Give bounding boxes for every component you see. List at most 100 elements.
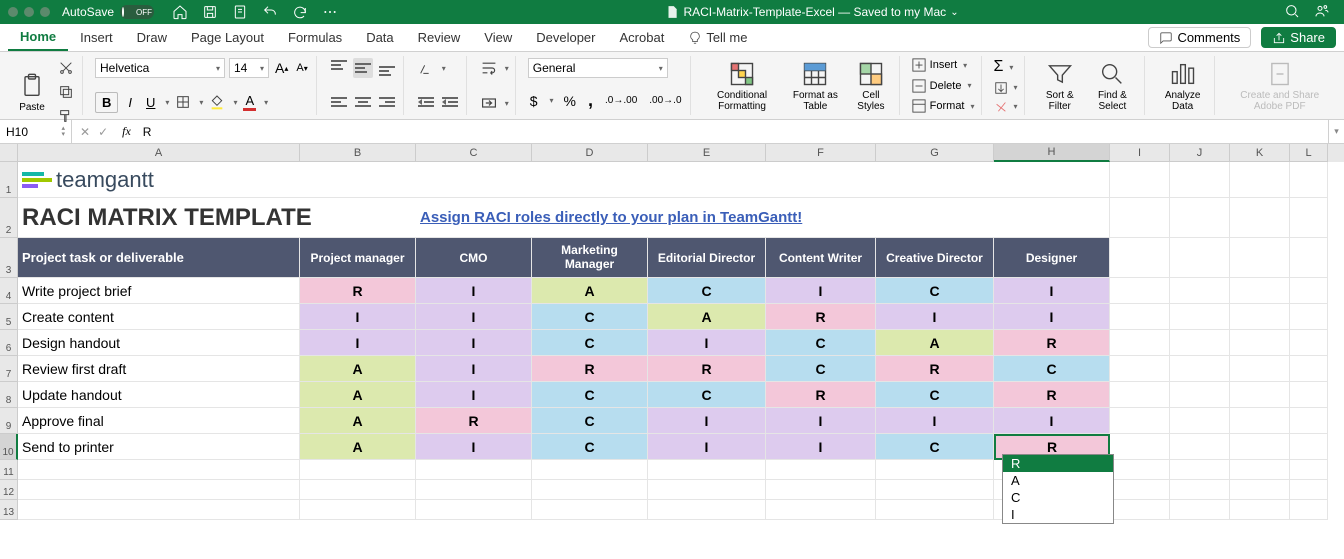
expand-formula-bar-icon[interactable]: ▾ (1328, 120, 1344, 143)
col-header[interactable]: K (1230, 144, 1290, 162)
tab-formulas[interactable]: Formulas (276, 24, 354, 51)
raci-cell[interactable]: A (876, 330, 994, 356)
tab-home[interactable]: Home (8, 24, 68, 51)
row-header[interactable]: 13 (0, 500, 18, 520)
adobe-pdf-button[interactable]: Create and Share Adobe PDF (1227, 58, 1332, 114)
chevron-down-icon[interactable]: ⌄ (950, 7, 958, 18)
task-cell[interactable]: Update handout (18, 382, 300, 408)
format-cells-button[interactable]: Format▾ (912, 99, 975, 113)
tab-review[interactable]: Review (406, 24, 473, 51)
raci-cell[interactable]: R (416, 408, 532, 434)
redo-icon[interactable] (290, 2, 310, 22)
cancel-formula-icon[interactable]: ✕ (80, 125, 90, 139)
raci-cell[interactable]: C (648, 278, 766, 304)
col-header[interactable]: F (766, 144, 876, 162)
row-header[interactable]: 7 (0, 356, 18, 382)
cut-icon[interactable] (56, 58, 76, 78)
col-header[interactable]: L (1290, 144, 1328, 162)
underline-icon[interactable]: U (142, 93, 159, 112)
col-header[interactable]: C (416, 144, 532, 162)
col-header[interactable]: H (994, 144, 1110, 162)
fill-color-icon[interactable] (207, 92, 227, 112)
enter-formula-icon[interactable]: ✓ (98, 125, 108, 139)
raci-cell[interactable]: A (300, 356, 416, 382)
raci-cell[interactable]: C (648, 382, 766, 408)
percent-icon[interactable]: % (562, 91, 578, 111)
row-header[interactable]: 12 (0, 480, 18, 500)
raci-cell[interactable]: R (766, 382, 876, 408)
copy-icon[interactable] (56, 82, 76, 102)
share-people-icon[interactable] (1314, 3, 1330, 22)
tab-insert[interactable]: Insert (68, 24, 125, 51)
merge-icon[interactable] (479, 93, 499, 113)
tab-page-layout[interactable]: Page Layout (179, 24, 276, 51)
raci-cell[interactable]: C (532, 434, 648, 460)
raci-cell[interactable]: I (994, 304, 1110, 330)
increase-indent-icon[interactable] (440, 93, 460, 113)
analyze-data-button[interactable]: Analyze Data (1157, 58, 1209, 114)
raci-cell[interactable]: R (648, 356, 766, 382)
col-header[interactable]: I (1110, 144, 1170, 162)
tab-data[interactable]: Data (354, 24, 405, 51)
raci-cell[interactable]: I (300, 330, 416, 356)
row-header[interactable]: 11 (0, 460, 18, 480)
row-header[interactable]: 2 (0, 198, 18, 238)
table-header[interactable]: Project task or deliverable (18, 238, 300, 278)
task-cell[interactable]: Write project brief (18, 278, 300, 304)
format-as-table-button[interactable]: Format as Table (786, 58, 846, 114)
raci-cell[interactable]: A (648, 304, 766, 330)
tab-developer[interactable]: Developer (524, 24, 607, 51)
row-header[interactable]: 6 (0, 330, 18, 356)
clear-button[interactable]: ▾ (994, 99, 1018, 113)
row-header[interactable]: 4 (0, 278, 18, 304)
fill-button[interactable]: ▾ (994, 81, 1018, 95)
autosum-button[interactable]: Σ▾ (994, 58, 1018, 76)
row-header[interactable]: 9 (0, 408, 18, 434)
delete-cells-button[interactable]: Delete▾ (912, 79, 975, 93)
align-top-icon[interactable] (329, 58, 349, 78)
decrease-decimal-icon[interactable]: .00→.0 (647, 93, 683, 108)
more-icon[interactable] (320, 2, 340, 22)
col-header[interactable]: J (1170, 144, 1230, 162)
table-header[interactable]: Content Writer (766, 238, 876, 278)
table-header[interactable]: Marketing Manager (532, 238, 648, 278)
row-header[interactable]: 10 (0, 434, 18, 460)
sort-filter-button[interactable]: Sort & Filter (1037, 58, 1083, 114)
raci-cell[interactable]: I (994, 408, 1110, 434)
window-controls[interactable] (8, 7, 50, 17)
raci-cell[interactable]: C (994, 356, 1110, 382)
raci-cell[interactable]: C (766, 356, 876, 382)
tab-tellme[interactable]: Tell me (676, 24, 759, 51)
raci-cell[interactable]: C (876, 434, 994, 460)
decrease-indent-icon[interactable] (416, 93, 436, 113)
task-cell[interactable]: Design handout (18, 330, 300, 356)
row-header[interactable]: 1 (0, 162, 18, 198)
dropdown-option[interactable]: A (1003, 472, 1113, 489)
undo-icon[interactable] (260, 2, 280, 22)
formula-bar[interactable]: R (137, 125, 1328, 139)
table-header[interactable]: Project manager (300, 238, 416, 278)
raci-cell[interactable]: I (648, 434, 766, 460)
raci-cell[interactable]: I (876, 304, 994, 330)
align-center-icon[interactable] (353, 93, 373, 113)
raci-cell[interactable]: R (766, 304, 876, 330)
raci-cell[interactable]: A (532, 278, 648, 304)
task-cell[interactable]: Send to printer (18, 434, 300, 460)
fx-icon[interactable]: fx (116, 124, 137, 139)
raci-cell[interactable]: R (300, 278, 416, 304)
paste-button[interactable]: Paste (12, 70, 52, 115)
save-icon[interactable] (200, 2, 220, 22)
raci-cell[interactable]: I (994, 278, 1110, 304)
raci-cell[interactable]: I (648, 408, 766, 434)
tab-acrobat[interactable]: Acrobat (608, 24, 677, 51)
wrap-text-icon[interactable] (479, 58, 499, 78)
font-size-select[interactable]: 14▾ (229, 58, 269, 78)
name-box[interactable]: H10 ▴▾ (0, 120, 72, 143)
dropdown-option[interactable]: C (1003, 489, 1113, 506)
cell-styles-button[interactable]: Cell Styles (849, 58, 892, 114)
raci-cell[interactable]: C (532, 382, 648, 408)
raci-cell[interactable]: I (766, 434, 876, 460)
raci-cell[interactable]: R (532, 356, 648, 382)
align-middle-icon[interactable] (353, 58, 373, 78)
align-bottom-icon[interactable] (377, 58, 397, 78)
